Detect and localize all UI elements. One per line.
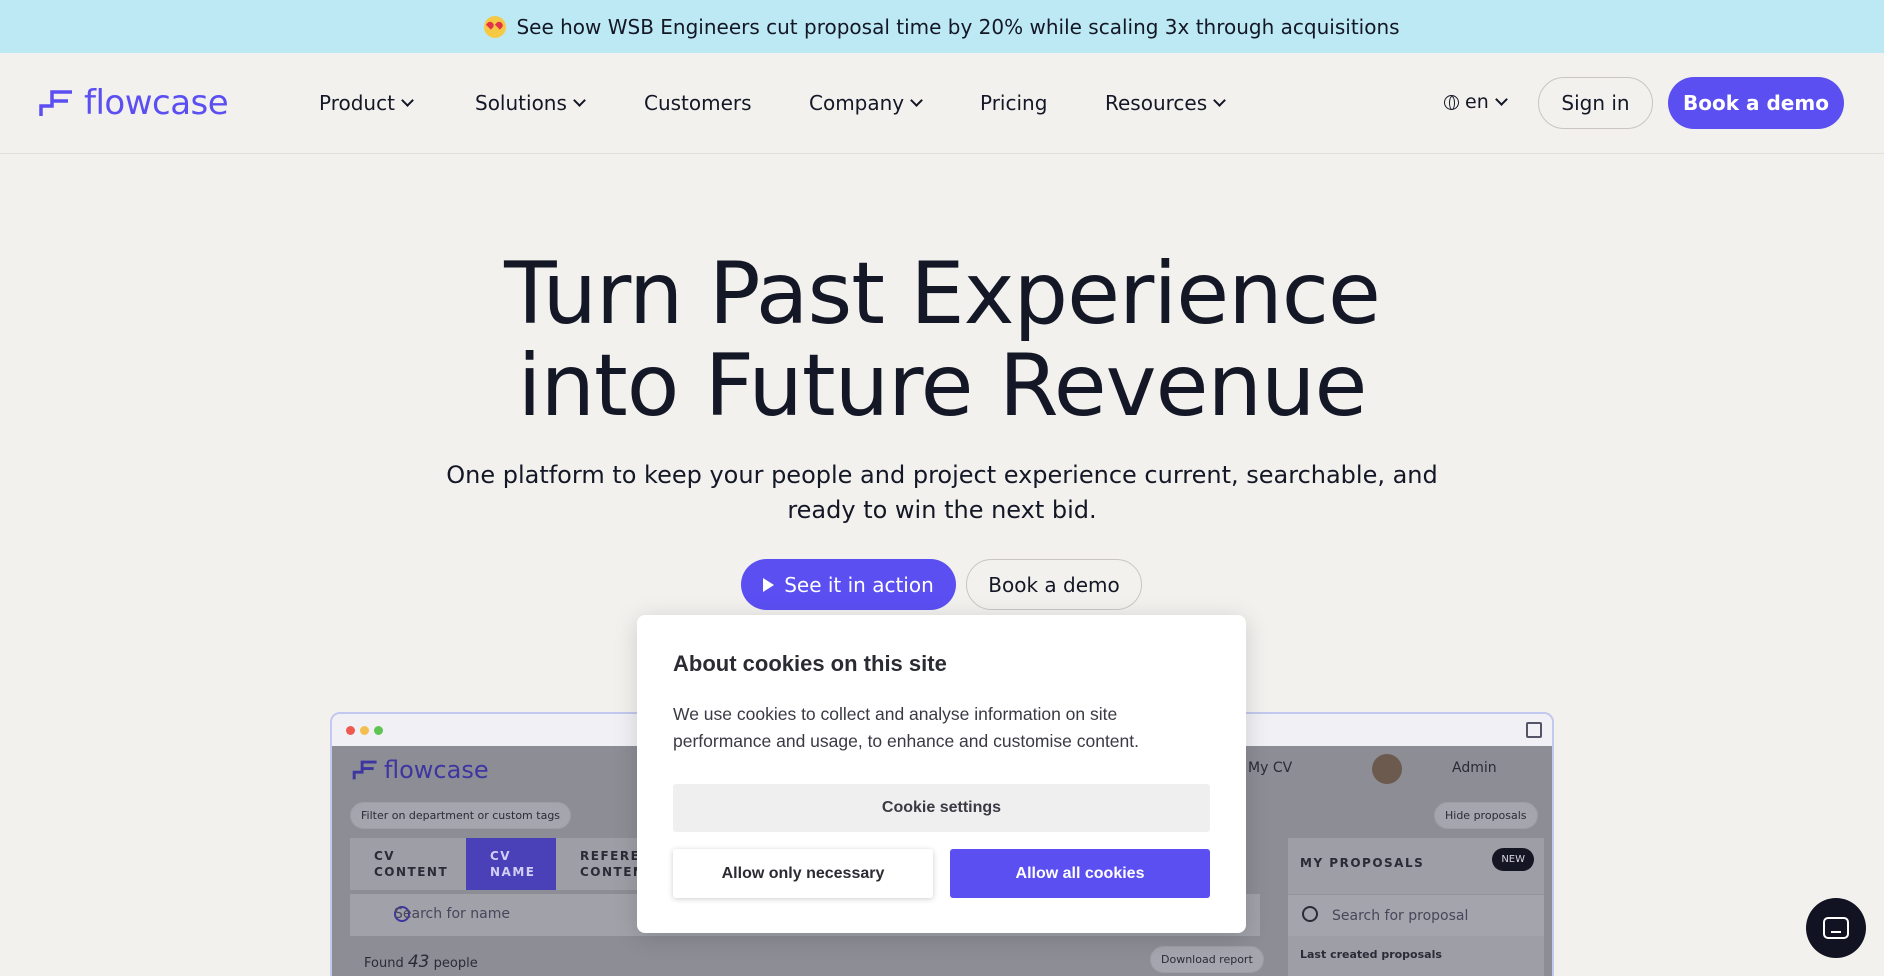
nav-company[interactable]: Company <box>809 91 924 115</box>
logo-text: flowcase <box>84 83 229 123</box>
nav-customers[interactable]: Customers <box>644 91 752 115</box>
found-count: Found 43 people <box>364 952 478 972</box>
flowcase-logo[interactable]: flowcase <box>38 83 229 123</box>
search-icon <box>1302 906 1318 922</box>
found-number: 43 <box>407 952 430 972</box>
tab-line: CONTENT <box>374 865 449 879</box>
chevron-down-icon <box>1213 93 1227 107</box>
nav-pricing[interactable]: Pricing <box>980 91 1047 115</box>
search-placeholder: Search for name <box>394 906 510 922</box>
proposal-search-input[interactable]: Search for proposal <box>1288 894 1544 936</box>
close-dot-icon <box>346 726 355 735</box>
chat-icon <box>1823 917 1849 939</box>
download-report-button[interactable]: Download report <box>1150 946 1264 973</box>
last-created-heading: Last created proposals <box>1300 948 1442 961</box>
my-cv-link[interactable]: My CV <box>1248 760 1292 776</box>
allow-necessary-button[interactable]: Allow only necessary <box>673 849 933 898</box>
cookie-dialog: About cookies on this site We use cookie… <box>637 615 1246 933</box>
hero-subtitle: One platform to keep your people and pro… <box>446 461 1438 524</box>
nav-product-label: Product <box>319 91 395 115</box>
mock-logo: flowcase <box>352 756 489 784</box>
heart-eyes-emoji-icon <box>484 15 507 38</box>
banner-text[interactable]: See how WSB Engineers cut proposal time … <box>516 15 1399 39</box>
nav-resources[interactable]: Resources <box>1105 91 1227 115</box>
globe-icon <box>1444 94 1459 110</box>
tab-cv-content[interactable]: CV CONTENT <box>350 838 466 890</box>
nav-product[interactable]: Product <box>319 91 414 115</box>
book-demo-hero-button[interactable]: Book a demo <box>966 559 1142 610</box>
avatar[interactable] <box>1372 754 1402 784</box>
found-prefix: Found <box>364 956 404 971</box>
tab-line: CV <box>374 849 396 863</box>
proposals-panel: MY PROPOSALS NEW Search for proposal Las… <box>1288 838 1544 976</box>
hero-title-line2: into Future Revenue <box>517 336 1368 436</box>
flowcase-logo-icon <box>39 90 72 116</box>
hide-proposals-button[interactable]: Hide proposals <box>1434 802 1538 829</box>
allow-all-cookies-button[interactable]: Allow all cookies <box>950 849 1210 898</box>
sign-in-button[interactable]: Sign in <box>1538 77 1653 129</box>
tab-cv-name[interactable]: CV NAME <box>466 838 556 890</box>
hero-title: Turn Past Experience into Future Revenue <box>0 248 1884 432</box>
mock-logo-text: flowcase <box>384 756 489 784</box>
nav-solutions[interactable]: Solutions <box>475 91 586 115</box>
cookie-body: We use cookies to collect and analyse in… <box>673 704 1139 751</box>
cookie-title: About cookies on this site <box>673 651 947 676</box>
my-proposals-title[interactable]: MY PROPOSALS <box>1300 856 1424 870</box>
admin-menu[interactable]: Admin <box>1452 760 1497 776</box>
chevron-down-icon <box>1494 92 1508 106</box>
found-suffix: people <box>433 956 478 971</box>
book-demo-nav-button[interactable]: Book a demo <box>1668 77 1844 129</box>
filter-tags-button[interactable]: Filter on department or custom tags <box>350 802 572 829</box>
nav-customers-label: Customers <box>644 91 752 115</box>
nav-resources-label: Resources <box>1105 91 1208 115</box>
nav-company-label: Company <box>809 91 905 115</box>
new-proposal-button[interactable]: NEW <box>1492 848 1534 871</box>
minimize-dot-icon <box>360 726 369 735</box>
cookie-settings-button[interactable]: Cookie settings <box>673 784 1210 832</box>
language-selector[interactable]: en <box>1444 91 1508 113</box>
chevron-down-icon <box>401 93 414 107</box>
nav-pricing-label: Pricing <box>980 91 1048 115</box>
language-label: en <box>1465 91 1489 113</box>
play-icon <box>763 577 775 592</box>
tab-line: NAME <box>490 865 536 879</box>
nav-solutions-label: Solutions <box>475 91 567 115</box>
chevron-down-icon <box>573 93 586 107</box>
flowcase-logo-icon <box>352 760 377 780</box>
see-it-in-action-button[interactable]: See it in action <box>741 559 956 610</box>
chevron-down-icon <box>910 93 924 107</box>
search-tabs: CV CONTENT CV NAME REFERE CONTEN <box>350 838 672 890</box>
announcement-banner[interactable]: See how WSB Engineers cut proposal time … <box>0 0 1884 53</box>
see-it-in-action-label: See it in action <box>784 572 934 597</box>
tab-line: CV <box>490 849 512 863</box>
hero-title-line1: Turn Past Experience <box>504 244 1381 344</box>
proposal-search-placeholder: Search for proposal <box>1332 908 1469 924</box>
maximize-dot-icon <box>374 726 383 735</box>
expand-icon[interactable] <box>1526 722 1542 738</box>
chat-launcher-button[interactable] <box>1806 898 1866 958</box>
